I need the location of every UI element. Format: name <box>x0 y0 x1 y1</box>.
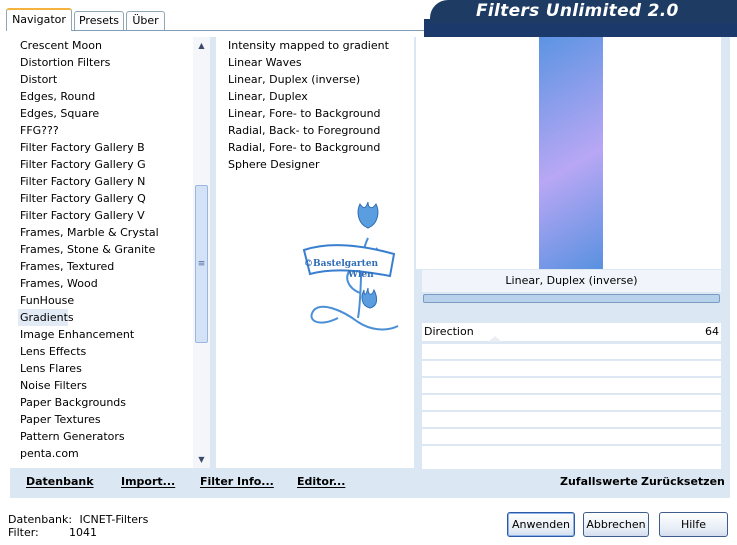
param-row-empty <box>422 343 721 359</box>
apply-button[interactable]: Anwenden <box>507 512 575 537</box>
tab-navigator[interactable]: Navigator <box>6 8 72 31</box>
footer-filter-label: Filter: <box>8 526 39 539</box>
param-row-empty <box>422 445 721 469</box>
category-item[interactable]: Filter Factory Gallery G <box>18 156 210 173</box>
filter-item[interactable]: Intensity mapped to gradient <box>226 37 414 54</box>
category-item[interactable]: Edges, Round <box>18 88 210 105</box>
scroll-thumb[interactable]: ≡ <box>195 185 208 343</box>
cancel-button[interactable]: Abbrechen <box>583 512 649 537</box>
param-pointer-icon <box>488 336 502 342</box>
category-item[interactable]: Pattern Generators <box>18 428 210 445</box>
watermark-logo <box>302 201 399 331</box>
scroll-down-arrow-icon[interactable]: ▼ <box>193 451 210 468</box>
category-item[interactable]: Frames, Marble & Crystal <box>18 224 210 241</box>
category-item[interactable]: Noise Filters <box>18 377 210 394</box>
category-item[interactable]: Image Enhancement <box>18 326 210 343</box>
param-value: 64 <box>705 325 719 338</box>
category-list-pane: Crescent Moon Distortion Filters Distort Ed… <box>10 37 210 468</box>
category-item[interactable]: Paper Textures <box>18 411 210 428</box>
category-item[interactable]: Filter Factory Gallery B <box>18 139 210 156</box>
datenbank-button[interactable]: Datenbank <box>26 475 94 488</box>
app-title: Filters Unlimited 2.0 <box>430 0 737 23</box>
filter-item[interactable]: Linear, Duplex (inverse) <box>226 71 414 88</box>
category-item[interactable]: Edges, Square <box>18 105 210 122</box>
category-item[interactable]: penta.com <box>18 445 210 462</box>
category-list[interactable]: Crescent Moon Distortion Filters Distort Ed… <box>10 37 210 462</box>
param-row-empty <box>422 428 721 444</box>
help-button[interactable]: Hilfe <box>659 512 728 537</box>
category-item[interactable]: Filter Factory Gallery Q <box>18 190 210 207</box>
footer-filter-row: Filter: 1041 <box>8 526 97 539</box>
filter-item[interactable]: Sphere Designer <box>226 156 414 173</box>
category-item[interactable]: Frames, Wood <box>18 275 210 292</box>
category-item[interactable]: Lens Effects <box>18 343 210 360</box>
zuruecksetzen-button[interactable]: Zurücksetzen <box>641 475 725 488</box>
filter-list[interactable]: Intensity mapped to gradient Linear Waves… <box>216 37 414 173</box>
filter-item[interactable]: Linear, Duplex <box>226 88 414 105</box>
filter-item-label: Linear, Duplex <box>228 90 308 103</box>
zufallswerte-button[interactable]: Zufallswerte <box>560 475 638 488</box>
param-direction-row[interactable]: Direction 64 <box>422 323 721 341</box>
main-panel: Crescent Moon Distortion Filters Distort Ed… <box>10 37 730 498</box>
category-item[interactable]: Distort <box>18 71 210 88</box>
scroll-up-arrow-icon[interactable]: ▲ <box>193 37 210 54</box>
preview-image <box>539 37 603 269</box>
param-row-empty <box>422 394 721 410</box>
header: Navigator Presets Über Filters Unlimited… <box>0 0 737 37</box>
category-item[interactable]: Frames, Textured <box>18 258 210 275</box>
param-row-empty <box>422 377 721 393</box>
filter-item-label: Linear, Fore- to Background <box>228 107 381 120</box>
category-item[interactable]: Filter Factory Gallery V <box>18 207 210 224</box>
filter-item-label: Linear, Duplex (inverse) <box>228 73 361 86</box>
filter-item-label: Radial, Fore- to Background <box>228 141 381 154</box>
filter-info-button[interactable]: Filter Info... <box>200 475 274 488</box>
footer-db-row: Datenbank: ICNET-Filters <box>8 513 148 526</box>
editor-button[interactable]: Editor... <box>297 475 345 488</box>
param-row-empty <box>422 411 721 427</box>
watermark-text-1: ©Bastelgarten <box>304 259 379 269</box>
category-item[interactable]: Lens Flares <box>18 360 210 377</box>
filter-item-label: Sphere Designer <box>228 158 320 171</box>
tab-ueber[interactable]: Über <box>126 11 165 30</box>
filter-item-label: Linear Waves <box>228 56 302 69</box>
filter-item-label: Radial, Back- to Foreground <box>228 124 381 137</box>
category-item[interactable]: Frames, Stone & Granite <box>18 241 210 258</box>
footer-filter-value: 1041 <box>69 526 97 539</box>
footer-db-value: ICNET-Filters <box>79 513 149 526</box>
watermark-text-2: Wien <box>348 270 374 280</box>
filter-item[interactable]: Radial, Fore- to Background <box>226 139 414 156</box>
category-scrollbar[interactable]: ▲ ≡ ▼ <box>193 37 210 468</box>
param-slider-track[interactable] <box>423 294 720 303</box>
category-item[interactable]: Gradients <box>18 309 74 326</box>
filter-item[interactable]: Linear Waves <box>226 54 414 71</box>
category-item[interactable]: Distortion Filters <box>18 54 210 71</box>
category-item[interactable]: Filter Factory Gallery N <box>18 173 210 190</box>
param-row-empty <box>422 360 721 376</box>
selected-filter-title: Linear, Duplex (inverse) <box>422 270 721 292</box>
category-item[interactable]: Paper Backgrounds <box>18 394 210 411</box>
filter-list-pane: Intensity mapped to gradient Linear Waves… <box>216 37 414 468</box>
import-button[interactable]: Import... <box>121 475 175 488</box>
category-item[interactable]: FFG??? <box>18 122 210 139</box>
footer-db-label: Datenbank: <box>8 513 73 526</box>
filter-item[interactable]: Radial, Back- to Foreground <box>226 122 414 139</box>
filter-item-label: Intensity mapped to gradient <box>228 39 389 52</box>
tab-presets[interactable]: Presets <box>74 11 124 30</box>
category-item[interactable]: FunHouse <box>18 292 210 309</box>
param-label: Direction <box>424 325 474 338</box>
category-item[interactable]: Crescent Moon <box>18 37 210 54</box>
filter-item[interactable]: Linear, Fore- to Background <box>226 105 414 122</box>
